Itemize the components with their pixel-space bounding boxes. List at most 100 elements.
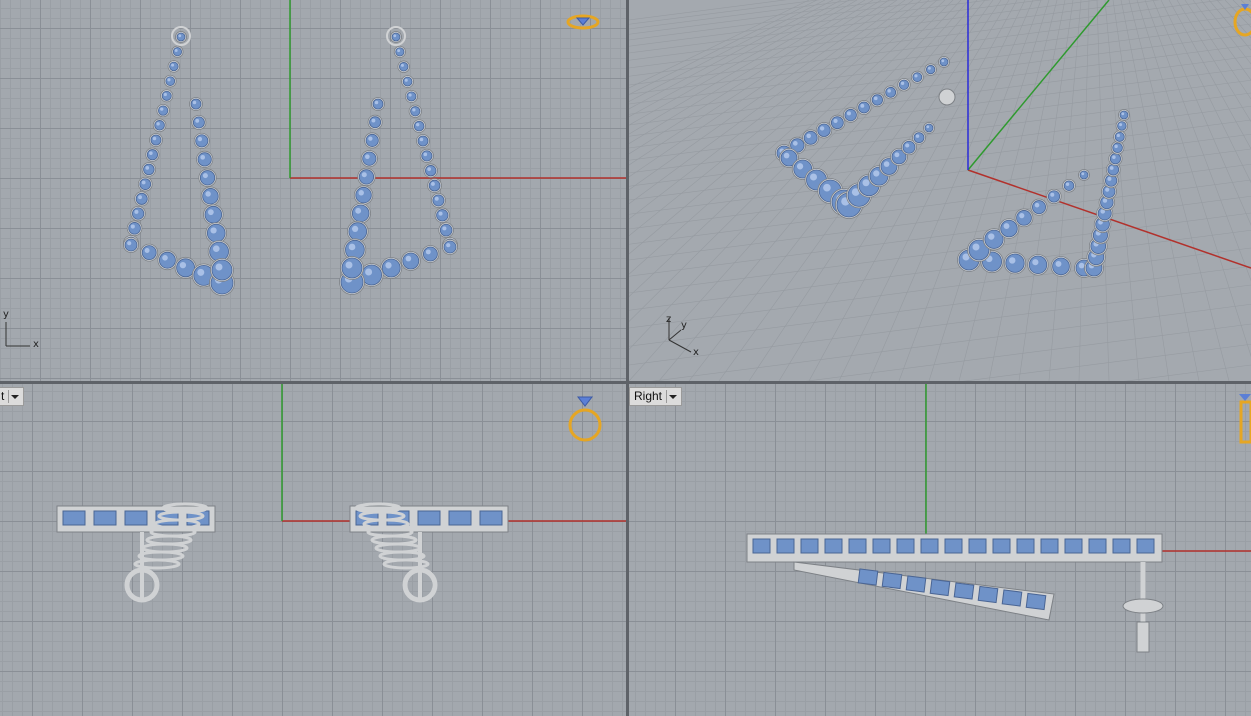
gem-stone <box>341 257 363 279</box>
gem-highlight <box>141 180 146 185</box>
gem-highlight <box>434 196 439 201</box>
gem-stone <box>824 538 843 554</box>
gem-highlight <box>195 118 200 123</box>
gem-stone <box>204 205 223 224</box>
gem-highlight <box>905 143 910 148</box>
gem-stone <box>992 538 1011 554</box>
gem-stone <box>365 133 379 147</box>
y-axis-line <box>967 0 1110 171</box>
gem-highlight <box>1119 123 1123 127</box>
gem-highlight <box>1112 155 1116 159</box>
gem-highlight <box>365 154 370 160</box>
gem-highlight <box>1116 133 1120 138</box>
gem-stone <box>428 179 441 192</box>
gem-stone <box>192 116 205 129</box>
gem-stone <box>362 151 377 166</box>
gem-stone <box>209 241 229 262</box>
gem-stone <box>924 123 934 133</box>
gem-stone <box>858 101 870 114</box>
gem-stone <box>1040 538 1059 554</box>
gem-stone <box>1001 589 1023 607</box>
gem-highlight <box>1034 202 1040 208</box>
gem-stone <box>926 64 936 75</box>
gem-stone <box>195 134 209 148</box>
gem-highlight <box>352 225 359 232</box>
gem-stone <box>1109 153 1121 165</box>
gem-stone <box>844 108 857 122</box>
gem-stone <box>800 538 819 554</box>
gem-highlight <box>355 207 362 214</box>
gem-highlight <box>215 263 223 271</box>
gem-highlight <box>894 152 900 158</box>
gem-highlight <box>171 63 175 67</box>
gem-stone <box>176 258 196 278</box>
gem-highlight <box>1050 192 1055 197</box>
gem-stone <box>902 140 916 154</box>
gem-highlight <box>400 63 404 67</box>
gem-stone <box>1047 190 1061 203</box>
gem-stone <box>803 130 818 145</box>
viewport-perspective[interactable]: x y z <box>629 0 1251 381</box>
gem-stone <box>872 538 891 554</box>
gem-highlight <box>368 136 373 141</box>
gem-highlight <box>1105 187 1110 192</box>
gem-stone <box>953 582 975 600</box>
gem-stone <box>154 120 165 131</box>
gem-stone <box>1112 142 1123 154</box>
ear-back <box>1122 598 1164 614</box>
gem-highlight <box>783 152 790 159</box>
gem-stone <box>172 47 182 57</box>
earrings-right-view <box>746 533 1164 653</box>
gem-stone <box>968 538 987 554</box>
gem-stone <box>381 258 401 278</box>
axis-label-y: y <box>3 309 9 320</box>
viewport-right[interactable]: Right <box>629 384 1251 716</box>
gem-stone <box>421 150 433 162</box>
gem-stone <box>395 47 405 57</box>
gem-stone <box>913 132 925 144</box>
gem-highlight <box>345 261 353 269</box>
gem-highlight <box>810 173 817 181</box>
gem-highlight <box>442 226 447 231</box>
ring-gem-gizmo-icon[interactable] <box>1233 392 1251 446</box>
gem-highlight <box>385 262 392 269</box>
gem-stone <box>391 32 401 42</box>
gem-stone <box>202 188 219 205</box>
gem-stone <box>1016 538 1035 554</box>
gem-highlight <box>941 59 945 63</box>
gem-stone <box>355 186 372 204</box>
gem-stone <box>929 578 951 597</box>
gem-stone <box>752 538 771 554</box>
gem-highlight <box>796 163 804 170</box>
axis-label-y: y <box>681 320 687 331</box>
ring-gem-gizmo-icon[interactable] <box>565 394 605 446</box>
gem-stone <box>443 240 457 254</box>
gem-stone <box>439 223 453 237</box>
perspective-grid <box>629 0 1251 381</box>
gem-stone <box>141 245 157 261</box>
gem-stone <box>417 510 441 526</box>
gem-stone <box>1025 592 1047 611</box>
gem-stone <box>345 239 365 260</box>
gem-highlight <box>210 227 217 234</box>
gem-highlight <box>887 89 891 93</box>
viewport-top[interactable]: x y <box>0 0 626 381</box>
gem-highlight <box>860 103 865 108</box>
gem-stone <box>158 105 169 116</box>
gem-highlight <box>408 93 412 97</box>
gem-highlight <box>149 151 153 155</box>
gem-highlight <box>130 224 135 229</box>
gem-highlight <box>1081 172 1085 176</box>
gem-highlight <box>1121 112 1125 116</box>
gem-stone <box>176 32 186 42</box>
gem-stone <box>150 134 162 146</box>
gem-stone <box>410 106 421 117</box>
gem-stone <box>62 510 86 526</box>
ring-gem-gizmo-icon[interactable] <box>1227 2 1251 38</box>
gem-stone <box>776 538 795 554</box>
gem-stone <box>1112 538 1131 554</box>
ring-gem-gizmo-icon[interactable] <box>565 8 601 34</box>
gem-stone <box>1016 210 1032 226</box>
gem-stone <box>1107 163 1120 176</box>
viewport-front[interactable]: t <box>0 384 626 716</box>
